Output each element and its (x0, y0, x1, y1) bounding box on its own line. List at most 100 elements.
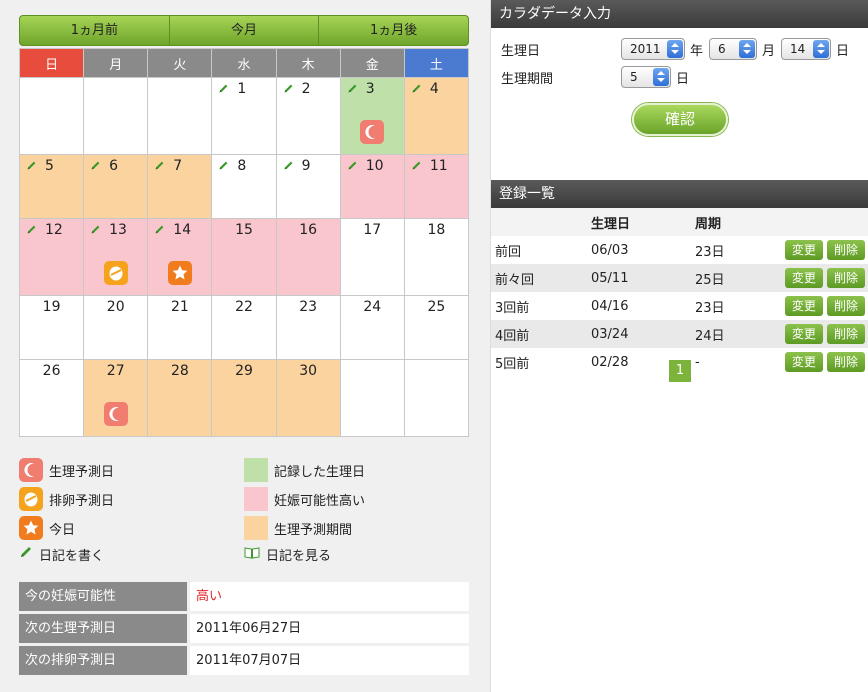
day-number: 20 (84, 296, 147, 315)
calendar-day-14[interactable]: 14 (147, 218, 213, 296)
month-nav: 1ヵ月前 今月 1ヵ月後 (19, 15, 469, 46)
pink-swatch (244, 487, 268, 511)
day-label: 8 (237, 158, 247, 174)
delete-button[interactable]: 削除 (827, 268, 865, 288)
delete-button[interactable]: 削除 (827, 296, 865, 316)
table-row: 前回 06/03 23日 変更 削除 (491, 236, 868, 264)
calendar-day-20[interactable]: 20 (83, 295, 149, 360)
calendar-day-13[interactable]: 13 (83, 218, 149, 296)
calendar-day-19[interactable]: 19 (18, 295, 85, 360)
pencil-icon[interactable] (154, 159, 165, 170)
period-days-select[interactable]: 5 (621, 66, 671, 88)
day-label: 14 (173, 222, 192, 238)
delete-button[interactable]: 削除 (827, 324, 865, 344)
legend-label: 生理予測日 (49, 464, 115, 480)
pencil-icon[interactable] (90, 223, 101, 234)
moon-icon (103, 402, 128, 426)
record-date: 05/11 (591, 264, 695, 292)
calendar-day-11[interactable]: 11 (403, 154, 470, 219)
calendar-day-9[interactable]: 9 (275, 154, 341, 219)
edit-button[interactable]: 変更 (784, 268, 823, 288)
pencil-icon[interactable] (26, 159, 37, 170)
records-header-empty (491, 208, 591, 236)
delete-button[interactable]: 削除 (827, 240, 865, 260)
pencil-icon[interactable] (347, 159, 358, 170)
current-month-button[interactable]: 今月 (170, 16, 320, 45)
confirm-button[interactable]: 確認 (632, 103, 728, 136)
day-label: 2 (301, 81, 311, 97)
pencil-icon[interactable] (411, 82, 422, 93)
day-label: 15 (235, 222, 253, 238)
moon-icon (19, 458, 43, 482)
table-row: 3回前 04/16 23日 変更 削除 (491, 292, 868, 320)
calendar-day-17[interactable]: 17 (339, 218, 405, 296)
calendar-day-25[interactable]: 25 (403, 295, 470, 360)
next-ovulation-value: 2011年07月07日 (190, 646, 469, 675)
year-select[interactable]: 2011 (621, 38, 685, 60)
edit-button[interactable]: 変更 (784, 296, 823, 316)
calendar-day-15[interactable]: 15 (211, 218, 277, 296)
calendar-day-5[interactable]: 5 (18, 154, 85, 219)
next-ovulation-row: 次の排卵予測日 2011年07月07日 (19, 646, 469, 675)
day-number: 4 (405, 78, 468, 97)
day-number: 6 (84, 155, 147, 174)
pencil-icon[interactable] (283, 159, 294, 170)
calendar-day-7[interactable]: 7 (147, 154, 213, 219)
record-name: 4回前 (491, 320, 591, 348)
calendar-day-3[interactable]: 3 (339, 77, 405, 155)
calendar-day-21[interactable]: 21 (147, 295, 213, 360)
pencil-icon[interactable] (154, 223, 165, 234)
month-select[interactable]: 6 (709, 38, 758, 60)
calendar-day-26[interactable]: 26 (18, 359, 85, 437)
day-number: 27 (84, 360, 147, 379)
calendar-day-12[interactable]: 12 (18, 218, 85, 296)
delete-button[interactable]: 削除 (827, 352, 865, 372)
calendar-empty-cell (339, 359, 405, 437)
pencil-icon[interactable] (283, 82, 294, 93)
calendar-day-2[interactable]: 2 (275, 77, 341, 155)
pencil-icon[interactable] (411, 159, 422, 170)
day-label: 10 (365, 158, 384, 174)
pencil-icon[interactable] (90, 159, 101, 170)
legend-recorded-period: 記録した生理日 (244, 458, 365, 482)
pencil-icon[interactable] (218, 82, 229, 93)
day-unit: 日 (836, 43, 850, 59)
calendar-week: 5 6 7 8 9 10 11 (18, 154, 470, 219)
calendar-day-18[interactable]: 18 (403, 218, 470, 296)
calendar-day-22[interactable]: 22 (211, 295, 277, 360)
pencil-icon[interactable] (26, 223, 37, 234)
edit-button[interactable]: 変更 (784, 240, 823, 260)
calendar-day-4[interactable]: 4 (403, 77, 470, 155)
pencil-icon[interactable] (347, 82, 358, 93)
calendar-day-30[interactable]: 30 (275, 359, 341, 437)
period-length-row: 生理期間 5 日 (501, 66, 695, 88)
day-number: 14 (148, 219, 211, 238)
calendar-day-24[interactable]: 24 (339, 295, 405, 360)
pencil-icon[interactable] (218, 159, 229, 170)
calendar-day-8[interactable]: 8 (211, 154, 277, 219)
calendar-day-29[interactable]: 29 (211, 359, 277, 437)
page-1-button[interactable]: 1 (669, 360, 691, 382)
next-month-button[interactable]: 1ヵ月後 (319, 16, 468, 45)
day-label: 3 (365, 81, 375, 97)
day-select[interactable]: 14 (781, 38, 832, 60)
edit-button[interactable]: 変更 (784, 324, 823, 344)
calendar-day-23[interactable]: 23 (275, 295, 341, 360)
calendar-day-1[interactable]: 1 (211, 77, 277, 155)
calendar-day-27[interactable]: 27 (83, 359, 149, 437)
day-label: 7 (173, 158, 183, 174)
records-header-cycle: 周期 (695, 208, 775, 236)
record-cycle: 25日 (695, 264, 775, 292)
day-label: 24 (363, 299, 382, 315)
day-number: 19 (20, 296, 83, 315)
calendar-day-16[interactable]: 16 (275, 218, 341, 296)
calendar-day-6[interactable]: 6 (83, 154, 149, 219)
legend-label: 記録した生理日 (274, 464, 366, 480)
edit-button[interactable]: 変更 (784, 352, 823, 372)
calendar-day-10[interactable]: 10 (339, 154, 405, 219)
record-date: 03/24 (591, 320, 695, 348)
calendar-day-28[interactable]: 28 (147, 359, 213, 437)
day-number: 7 (148, 155, 211, 174)
prev-month-button[interactable]: 1ヵ月前 (20, 16, 170, 45)
day-number: 13 (84, 219, 147, 238)
